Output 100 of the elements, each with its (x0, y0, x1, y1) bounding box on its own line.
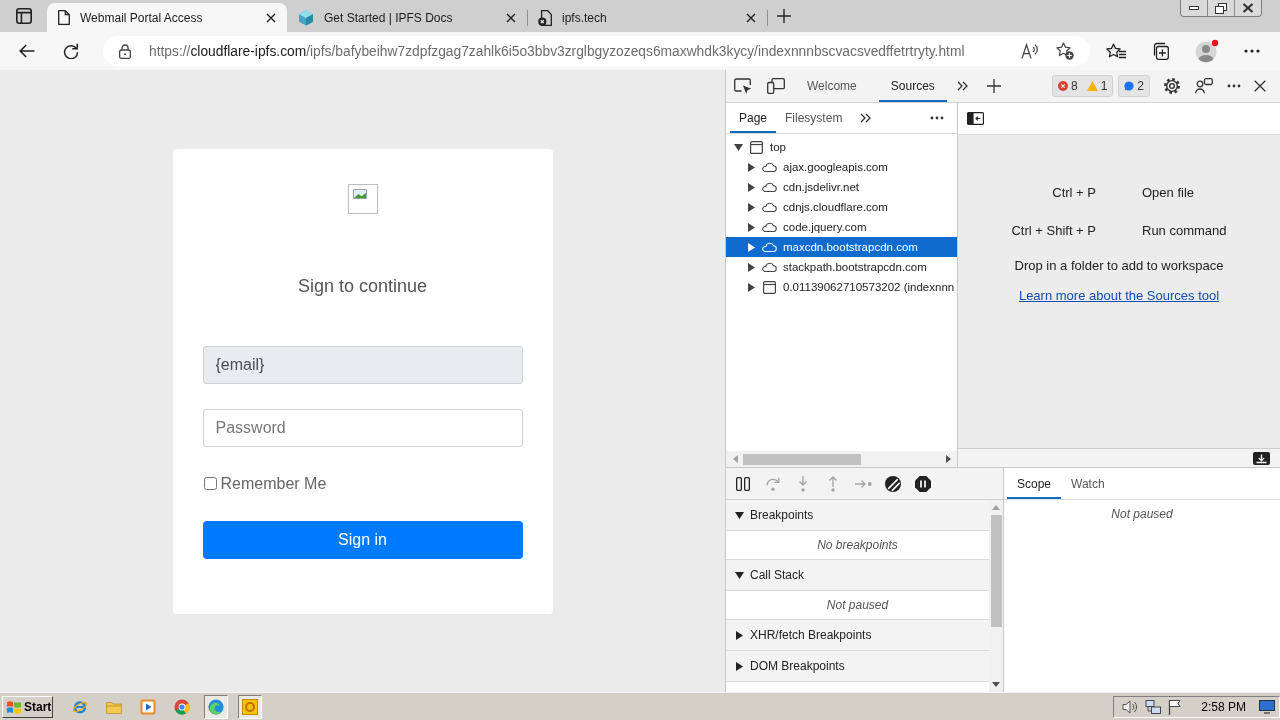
empty-message: Not paused (1111, 507, 1173, 521)
panel-tab[interactable]: Scope (1007, 468, 1062, 499)
plus-icon[interactable] (986, 79, 1001, 93)
flag-icon[interactable] (1168, 698, 1183, 715)
caret-icon[interactable] (735, 571, 744, 579)
panel-tab[interactable]: Welcome (795, 70, 869, 102)
cloud-icon (761, 262, 777, 272)
tree-item[interactable]: top (726, 137, 957, 157)
address-field[interactable]: https://cloudflare-ipfs.com/ipfs/bafybeihw7zdpfzgag7zahlk6i5o3bbv3zrglbgyzozeqs6maxwhdk3kycy/indexnnnbscvacsvedffetrtryty.html (103, 36, 1090, 66)
panel-tab[interactable]: Sources (878, 70, 947, 102)
lock-icon[interactable] (119, 43, 131, 59)
panel-tab[interactable]: Page (730, 103, 777, 133)
tree-item[interactable]: maxcdn.bootstrapcdn.com (726, 237, 957, 257)
sign-in-button[interactable]: Sign in (202, 520, 523, 559)
browser-tab[interactable]: Get Started | IPFS Docs (287, 3, 527, 32)
panel-tab[interactable]: Filesystem (776, 103, 852, 133)
octagon-pause-icon[interactable] (915, 475, 931, 492)
arrow-right-icon[interactable] (946, 455, 951, 463)
close-icon[interactable] (506, 12, 516, 23)
learn-more-link[interactable]: Learn more about the Sources tool (1018, 288, 1220, 304)
caret-icon[interactable] (736, 661, 743, 671)
caret-icon[interactable] (748, 222, 755, 232)
scrollbar-thumb[interactable] (990, 515, 1002, 627)
sidebar-toggle-icon[interactable] (967, 112, 984, 125)
tree-item[interactable]: ajax.googleapis.com (726, 157, 957, 177)
remember-checkbox[interactable] (203, 477, 217, 490)
double-chevron-icon[interactable] (956, 81, 968, 91)
tree-item[interactable]: cdn.jsdelivr.net (726, 177, 957, 197)
window-icon (749, 140, 763, 154)
more-icon[interactable] (930, 116, 944, 120)
plus-icon[interactable] (777, 9, 791, 23)
tree-item[interactable]: stackpath.bootstrapcdn.com (726, 257, 957, 277)
caret-icon[interactable] (748, 262, 755, 272)
issues-button[interactable]: 8 1 (1051, 75, 1114, 97)
caret-icon[interactable] (748, 202, 755, 212)
restore-icon[interactable] (1215, 2, 1227, 14)
star-plus-icon[interactable] (1056, 42, 1074, 60)
square-plus-icon[interactable] (1151, 42, 1169, 60)
double-chevron-icon[interactable] (860, 113, 872, 123)
start-button[interactable]: Start (2, 695, 53, 718)
shortcut-keys: Ctrl + Shift + P (1011, 221, 1096, 241)
shortcut-keys: Ctrl + P (1052, 183, 1096, 203)
caret-icon[interactable] (748, 162, 755, 172)
window-icon (762, 280, 776, 294)
scrollbar-thumb[interactable] (743, 453, 861, 465)
error-icon (1057, 81, 1068, 91)
caret-icon[interactable] (736, 630, 743, 640)
avatar-icon[interactable] (1195, 39, 1219, 63)
monitor-icon[interactable] (1259, 699, 1275, 714)
remember-label: Remember Me (220, 474, 327, 493)
close-icon[interactable] (1254, 80, 1266, 92)
caret-icon[interactable] (734, 143, 743, 151)
settings-icon[interactable] (1164, 78, 1180, 94)
tab-actions-icon[interactable] (15, 8, 32, 24)
person-chat-icon[interactable] (1195, 78, 1213, 94)
error-count: 8 (1070, 79, 1078, 93)
tree-item[interactable]: cdnjs.cloudflare.com (726, 197, 957, 217)
messages-button[interactable]: 2 (1118, 75, 1150, 97)
caret-icon[interactable] (735, 511, 744, 519)
password-field[interactable]: Password (202, 408, 523, 447)
empty-message: No breakpoints (817, 538, 898, 552)
tray-arrow-icon[interactable] (1253, 451, 1270, 465)
back-icon[interactable] (19, 44, 35, 58)
form-heading: Sign to continue (296, 274, 429, 297)
pause-icon[interactable] (736, 476, 750, 491)
clock: 2:58 PM (1201, 699, 1246, 714)
browser-tab[interactable]: ipfs.tech (527, 3, 767, 32)
speaker-icon[interactable] (1122, 699, 1139, 714)
arrow-down-icon[interactable] (992, 682, 1000, 687)
swirl-logo-icon[interactable] (204, 694, 228, 719)
caret-icon[interactable] (748, 282, 755, 292)
letter-o-icon[interactable] (238, 694, 262, 719)
close-icon[interactable] (1242, 3, 1254, 13)
caret-icon[interactable] (748, 182, 755, 192)
section-header[interactable]: Call Stack (726, 560, 989, 591)
refresh-icon[interactable] (63, 43, 79, 59)
browser-tab[interactable]: Webmail Portal Access (47, 3, 287, 32)
page-icon (58, 10, 70, 25)
read-aloud-icon[interactable] (1021, 43, 1039, 59)
tree-item[interactable]: 0.01139062710573202 (indexnnn (726, 277, 957, 297)
section-header[interactable]: XHR/fetch Breakpoints (726, 620, 989, 651)
cloud-icon (761, 242, 777, 252)
device-icon[interactable] (767, 78, 785, 94)
panel-tab[interactable]: Watch (1061, 468, 1115, 499)
section-header[interactable]: Breakpoints (726, 500, 989, 531)
network-icon[interactable] (1145, 699, 1162, 714)
section-header[interactable]: DOM Breakpoints (726, 651, 989, 682)
inspect-icon[interactable] (734, 78, 752, 94)
message-icon (1124, 81, 1135, 91)
close-icon[interactable] (746, 12, 756, 23)
minimize-icon[interactable] (1189, 6, 1199, 10)
more-icon[interactable] (1244, 49, 1260, 53)
more-icon[interactable] (1227, 84, 1241, 88)
close-icon[interactable] (266, 12, 276, 23)
star-list-icon[interactable] (1106, 43, 1126, 59)
warning-icon (1086, 81, 1098, 91)
tree-item[interactable]: code.jquery.com (726, 217, 957, 237)
slashed-circle-icon[interactable] (885, 475, 901, 492)
page-x-icon (538, 9, 552, 26)
cube-icon (298, 9, 314, 26)
